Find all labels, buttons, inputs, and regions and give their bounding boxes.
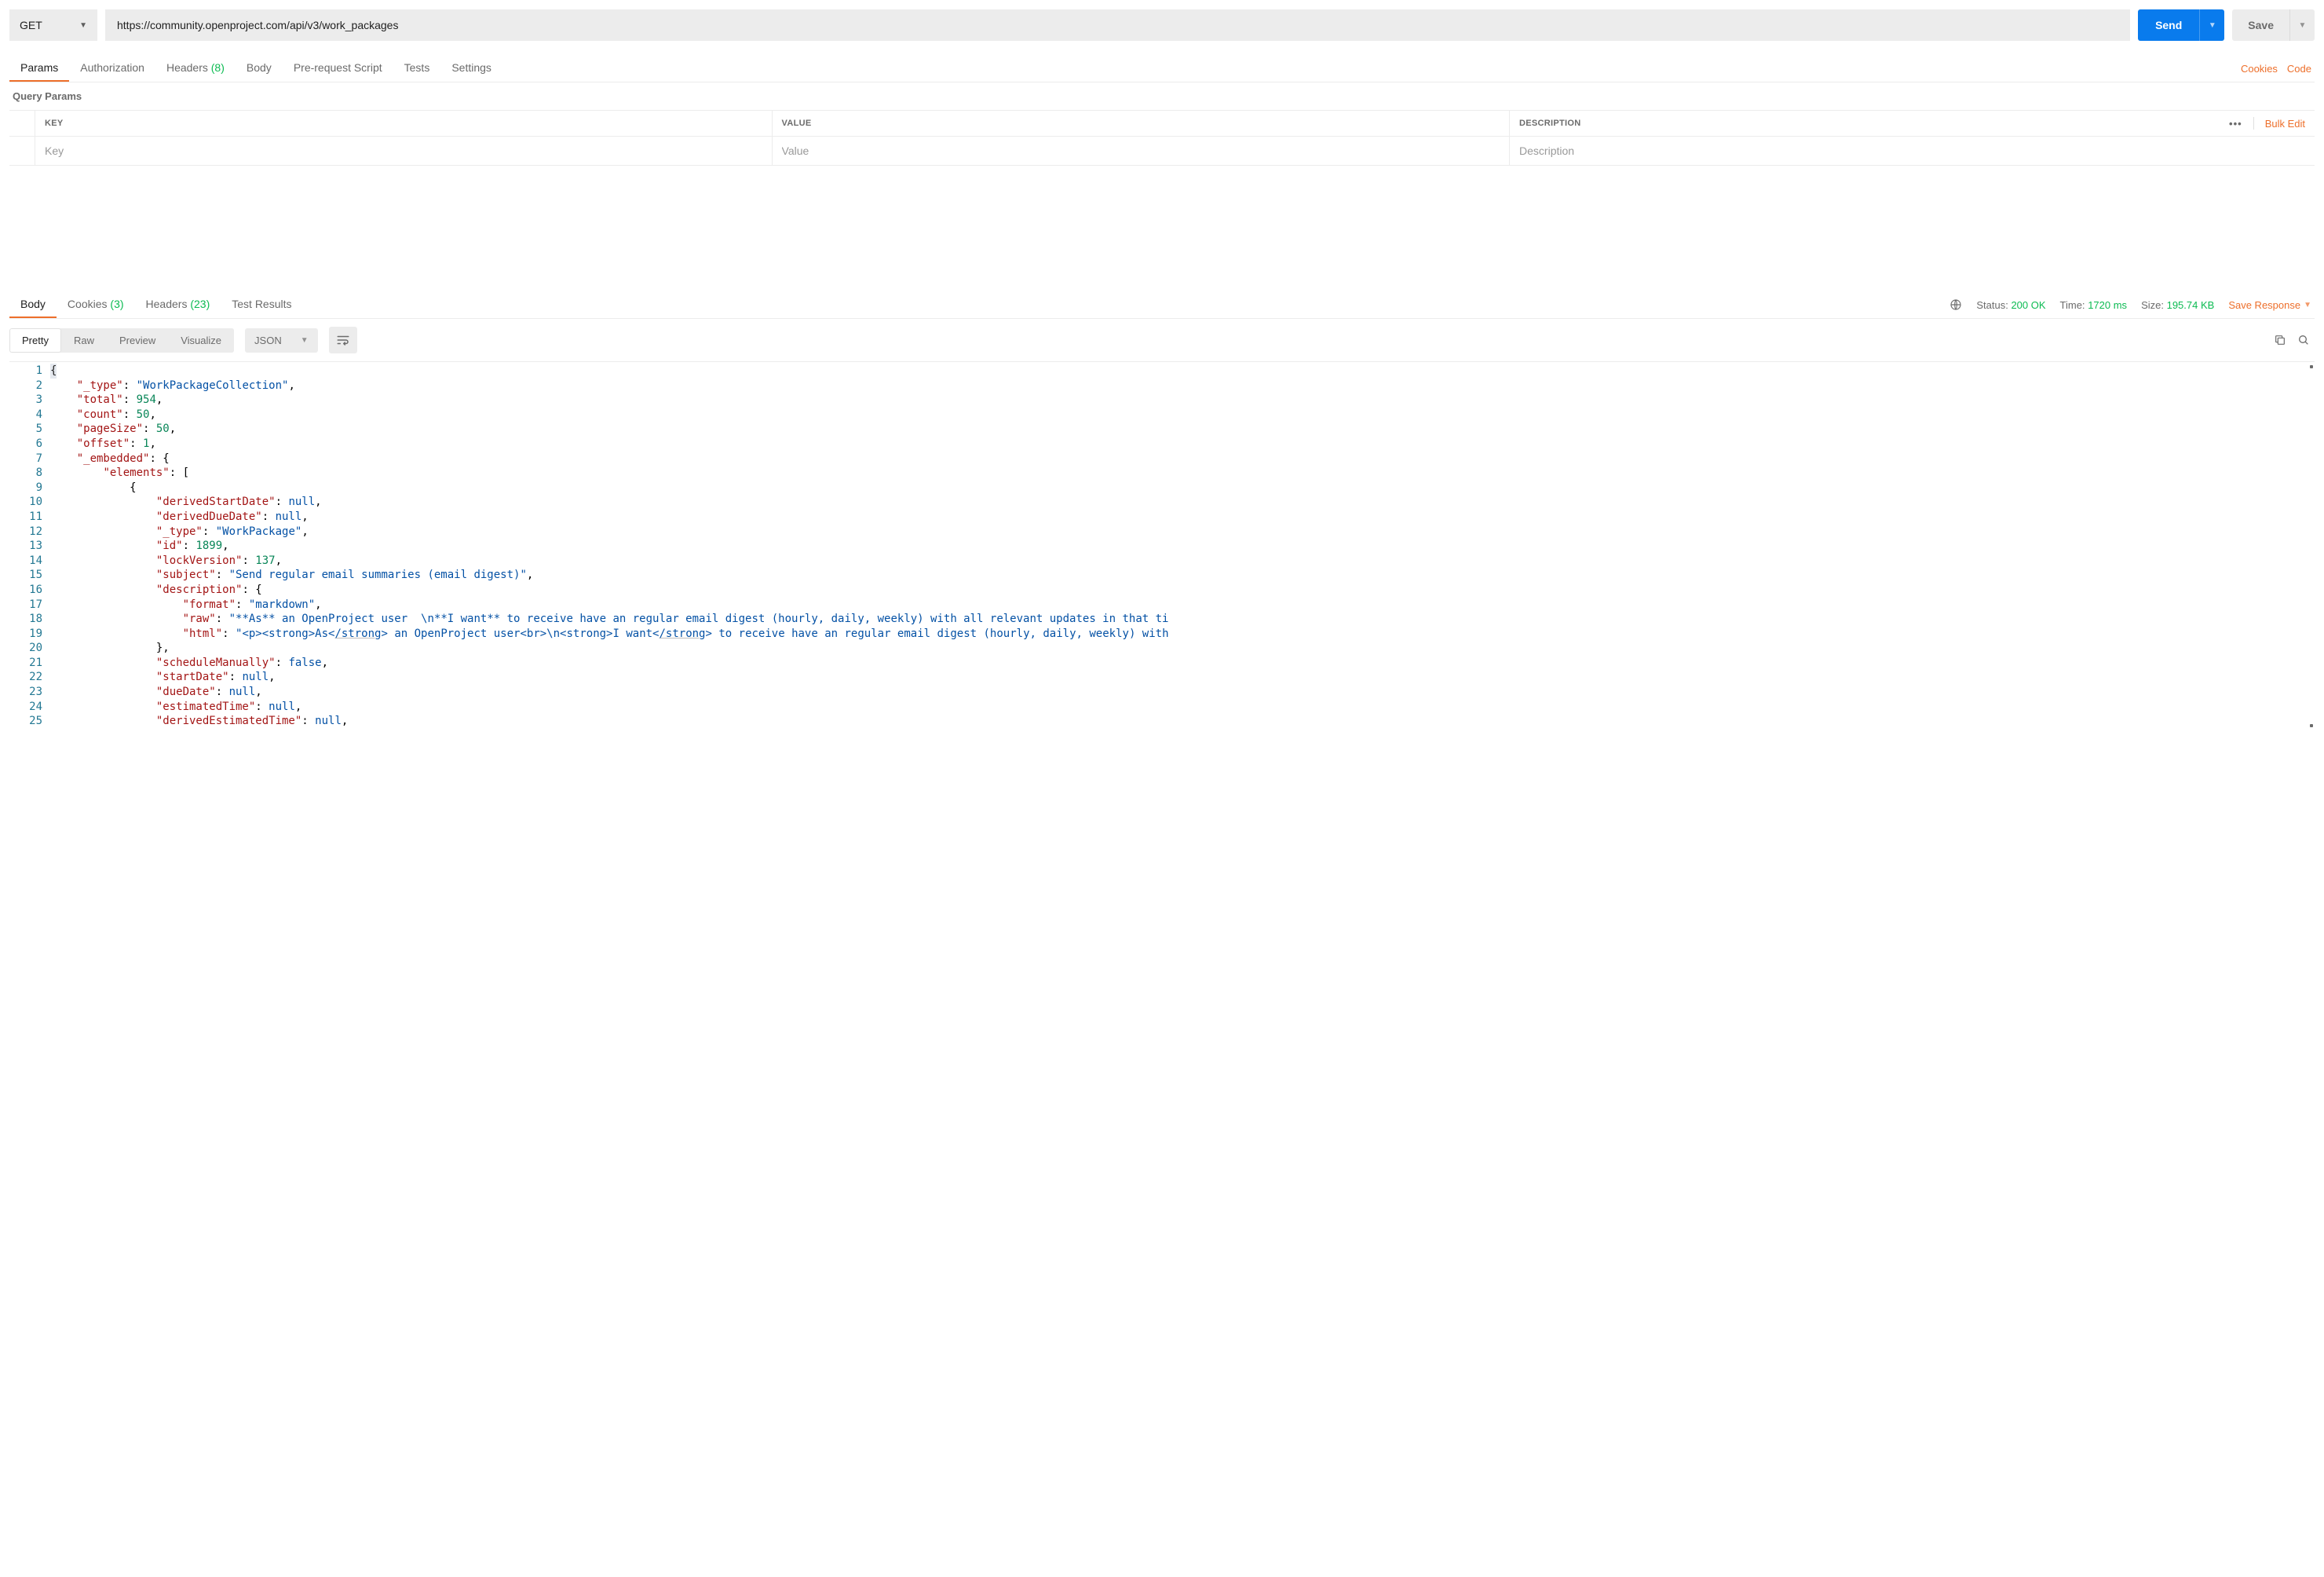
code-link[interactable]: Code bbox=[2287, 63, 2311, 75]
tab-response-cookies[interactable]: Cookies (3) bbox=[57, 291, 135, 318]
chevron-down-icon: ▼ bbox=[2299, 21, 2307, 30]
col-value: VALUE bbox=[773, 111, 1511, 136]
tab-headers[interactable]: Headers (8) bbox=[155, 55, 236, 82]
status-info: Status: 200 OK bbox=[1976, 299, 2045, 311]
view-raw[interactable]: Raw bbox=[61, 328, 107, 353]
view-visualize[interactable]: Visualize bbox=[168, 328, 234, 353]
chevron-down-icon: ▼ bbox=[2209, 21, 2216, 30]
tab-response-headers[interactable]: Headers (23) bbox=[135, 291, 221, 318]
time-info: Time: 1720 ms bbox=[2060, 299, 2128, 311]
params-header-row: KEY VALUE DESCRIPTION ••• Bulk Edit bbox=[9, 111, 2315, 137]
tab-tests[interactable]: Tests bbox=[393, 55, 441, 82]
chevron-down-icon: ▼ bbox=[79, 21, 87, 30]
view-pretty[interactable]: Pretty bbox=[9, 328, 61, 353]
tab-settings[interactable]: Settings bbox=[440, 55, 502, 82]
save-button[interactable]: Save bbox=[2232, 9, 2289, 41]
more-options-icon[interactable]: ••• bbox=[2229, 118, 2242, 130]
search-icon[interactable] bbox=[2297, 334, 2310, 346]
param-value-input[interactable] bbox=[782, 145, 1500, 157]
copy-icon[interactable] bbox=[2274, 334, 2286, 346]
format-select[interactable]: JSON ▼ bbox=[245, 328, 318, 353]
param-key-input[interactable] bbox=[45, 145, 762, 157]
size-info: Size: 195.74 KB bbox=[2141, 299, 2214, 311]
chevron-down-icon: ▼ bbox=[301, 336, 309, 345]
scrollbar[interactable] bbox=[2305, 365, 2313, 727]
bulk-edit-link[interactable]: Bulk Edit bbox=[2265, 118, 2305, 130]
tab-response-body[interactable]: Body bbox=[9, 291, 57, 318]
tab-body[interactable]: Body bbox=[236, 55, 283, 82]
tab-authorization[interactable]: Authorization bbox=[69, 55, 155, 82]
cookies-link[interactable]: Cookies bbox=[2241, 63, 2278, 75]
send-dropdown[interactable]: ▼ bbox=[2199, 9, 2224, 41]
method-value: GET bbox=[20, 19, 42, 31]
view-preview[interactable]: Preview bbox=[107, 328, 168, 353]
save-dropdown[interactable]: ▼ bbox=[2289, 9, 2315, 41]
params-table: KEY VALUE DESCRIPTION ••• Bulk Edit bbox=[9, 110, 2315, 166]
chevron-down-icon: ▼ bbox=[2304, 301, 2311, 309]
wrap-lines-button[interactable] bbox=[329, 327, 357, 353]
globe-icon[interactable] bbox=[1949, 298, 1962, 311]
tab-params[interactable]: Params bbox=[9, 55, 69, 82]
view-controls: Pretty Raw Preview Visualize JSON ▼ bbox=[9, 319, 2315, 361]
save-response-button[interactable]: Save Response ▼ bbox=[2228, 299, 2311, 311]
send-button[interactable]: Send bbox=[2138, 9, 2199, 41]
method-select[interactable]: GET ▼ bbox=[9, 9, 97, 41]
col-description: DESCRIPTION bbox=[1510, 111, 2229, 136]
request-tabs: Params Authorization Headers (8) Body Pr… bbox=[9, 55, 2315, 82]
params-row bbox=[9, 137, 2315, 165]
col-key: KEY bbox=[35, 111, 773, 136]
query-params-label: Query Params bbox=[9, 82, 2315, 110]
request-bar: GET ▼ Send ▼ Save ▼ bbox=[9, 9, 2315, 41]
tab-prerequest-script[interactable]: Pre-request Script bbox=[283, 55, 393, 82]
param-desc-input[interactable] bbox=[1519, 145, 2305, 157]
response-body-viewer[interactable]: 1234567891011121314151617181920212223242… bbox=[9, 361, 2315, 730]
url-input[interactable] bbox=[105, 9, 2130, 41]
tab-test-results[interactable]: Test Results bbox=[221, 291, 302, 318]
response-tabs: Body Cookies (3) Headers (23) Test Resul… bbox=[9, 291, 2315, 319]
